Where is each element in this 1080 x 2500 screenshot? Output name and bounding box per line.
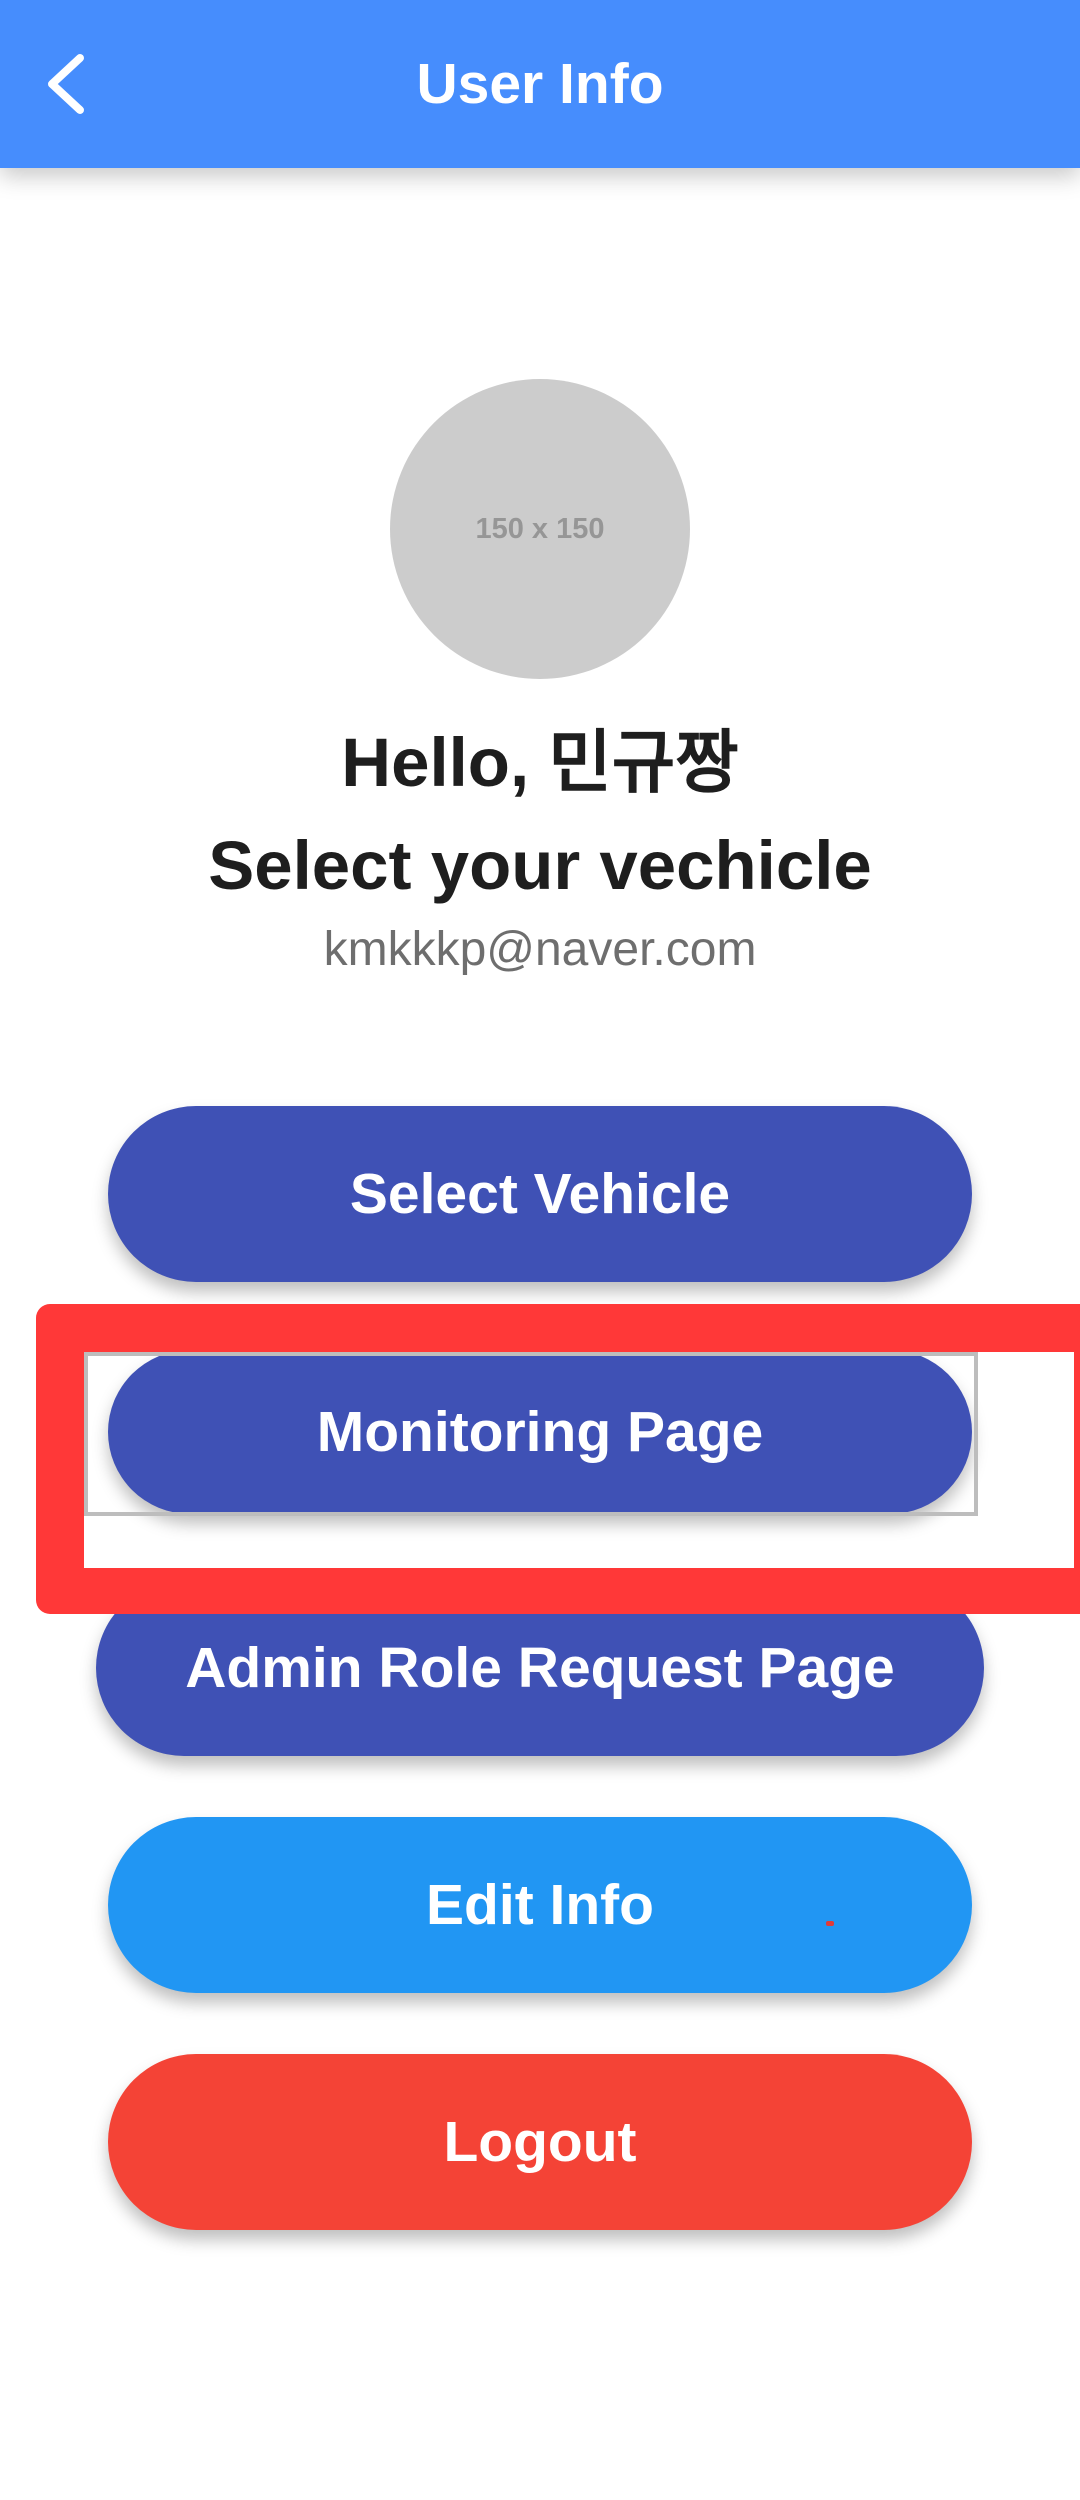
avatar: 150 x 150 [390, 379, 690, 679]
touch-indicator-dot [826, 1921, 834, 1926]
app-bar: User Info [0, 0, 1080, 168]
page-title: User Info [416, 52, 664, 116]
edit-info-button[interactable]: Edit Info [108, 1817, 972, 1993]
email-text: kmkkkp@naver.com [323, 923, 757, 976]
logout-button[interactable]: Logout [108, 2054, 972, 2230]
avatar-placeholder-text: 150 x 150 [475, 512, 605, 545]
admin-role-request-button[interactable]: Admin Role Request Page [96, 1580, 984, 1756]
edit-info-label: Edit Info [426, 1873, 654, 1937]
subtitle-text: Select your vechicle [208, 827, 872, 904]
select-vehicle-button[interactable]: Select Vehicle [108, 1106, 972, 1282]
monitoring-page-button[interactable]: Monitoring Page [108, 1350, 972, 1514]
greeting-text: Hello, 민규짱 [341, 724, 739, 801]
